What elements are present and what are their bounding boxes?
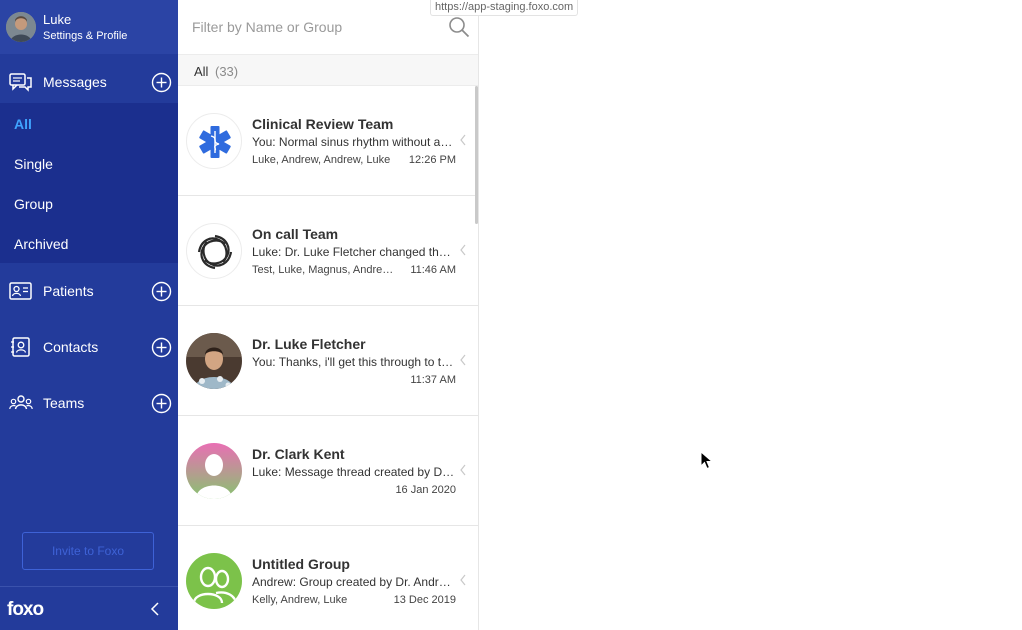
thread-preview: You: Thanks, i'll get this through to th… [252,355,457,369]
thread-members: Test, Luke, Magnus, Andrew, Kelly [252,264,400,276]
thread-preview: Luke: Message thread created by Dr. Luke… [252,465,457,479]
mouse-cursor-icon [700,451,713,470]
submenu-group[interactable]: Group [14,196,53,212]
thread-title: Dr. Clark Kent [252,446,345,462]
submenu-single[interactable]: Single [14,156,53,172]
thread-title: On call Team [252,226,339,242]
filter-search-input[interactable] [192,14,442,40]
thread-time: 11:37 AM [410,374,456,386]
thread-list-scrollbar[interactable] [475,86,478,224]
nav-messages-label: Messages [43,74,107,90]
chevron-left-icon[interactable] [149,602,161,616]
thread-members: Kelly, Andrew, Luke [252,594,348,606]
nav-patients[interactable]: Patients [0,263,178,319]
chat-bubbles-icon [9,73,32,92]
messages-submenu: All Single Group Archived [0,103,178,263]
nav-contacts-label: Contacts [43,339,99,355]
browser-url-tag: https://app-staging.foxo.com [430,0,579,16]
nav-messages[interactable]: Messages [0,54,178,110]
thread-preview: Andrew: Group created by Dr. Andrew Smit… [252,575,457,589]
thread-members: Luke, Andrew, Andrew, Luke [252,154,391,166]
nav-patients-label: Patients [43,283,94,299]
nav-teams-label: Teams [43,395,85,411]
settings-profile-link[interactable]: Settings & Profile [43,30,127,42]
thread-time: 11:46 AM [410,264,456,276]
chevron-left-icon[interactable] [459,574,467,586]
sidebar-footer: foxo [0,586,178,630]
profile-name: Luke [43,12,72,27]
chevron-left-icon[interactable] [459,134,467,146]
filter-label: All [194,64,209,79]
submenu-archived[interactable]: Archived [14,236,68,252]
people-group-icon [9,395,33,410]
foxo-logo: foxo [7,599,44,620]
thread-time: 12:26 PM [408,154,456,166]
address-book-icon [11,337,30,357]
thread-title: Dr. Luke Fletcher [252,336,366,352]
thread-preview: Luke: Dr. Luke Fletcher changed the grou… [252,245,457,259]
thread-time: 16 Jan 2020 [395,484,456,496]
chevron-left-icon[interactable] [459,464,467,476]
thread-list-pane: All (33) Clinical Review Team You: Norma… [178,0,479,630]
submenu-all[interactable]: All [14,116,32,132]
thread-item[interactable]: Dr. Clark Kent Luke: Message thread crea… [178,416,478,526]
thread-item[interactable]: Untitled Group Andrew: Group created by … [178,526,478,630]
swirl-logo-icon [186,223,242,279]
thread-time: 13 Dec 2019 [393,594,456,606]
id-card-icon [9,282,32,300]
thread-title: Clinical Review Team [252,116,394,132]
sidebar: Luke Settings & Profile Messages All Sin… [0,0,178,630]
filter-count: (33) [215,64,239,79]
add-message-icon[interactable] [151,72,172,93]
nav-teams[interactable]: Teams [0,375,178,431]
thread-item[interactable]: Dr. Luke Fletcher You: Thanks, i'll get … [178,306,478,416]
add-patient-icon[interactable] [151,281,172,302]
add-contact-icon[interactable] [151,337,172,358]
profile-header[interactable]: Luke Settings & Profile [0,0,178,54]
group-silhouette-icon [186,553,242,609]
invite-to-foxo-button[interactable]: Invite to Foxo [22,532,154,570]
filter-bar: All (33) [178,54,478,86]
user-avatar [6,12,36,42]
thread-item[interactable]: On call Team Luke: Dr. Luke Fletcher cha… [178,196,478,306]
conversation-detail-pane [479,0,1022,630]
chevron-left-icon[interactable] [459,244,467,256]
nav-contacts[interactable]: Contacts [0,319,178,375]
person-silhouette-icon [186,443,242,499]
search-icon[interactable] [448,16,470,38]
thread-preview: You: Normal sinus rhythm without any ect… [252,135,457,149]
add-team-icon[interactable] [151,393,172,414]
medical-star-icon [186,113,242,169]
chevron-left-icon[interactable] [459,354,467,366]
photo-avatar [186,333,242,389]
thread-title: Untitled Group [252,556,350,572]
thread-item[interactable]: Clinical Review Team You: Normal sinus r… [178,86,478,196]
